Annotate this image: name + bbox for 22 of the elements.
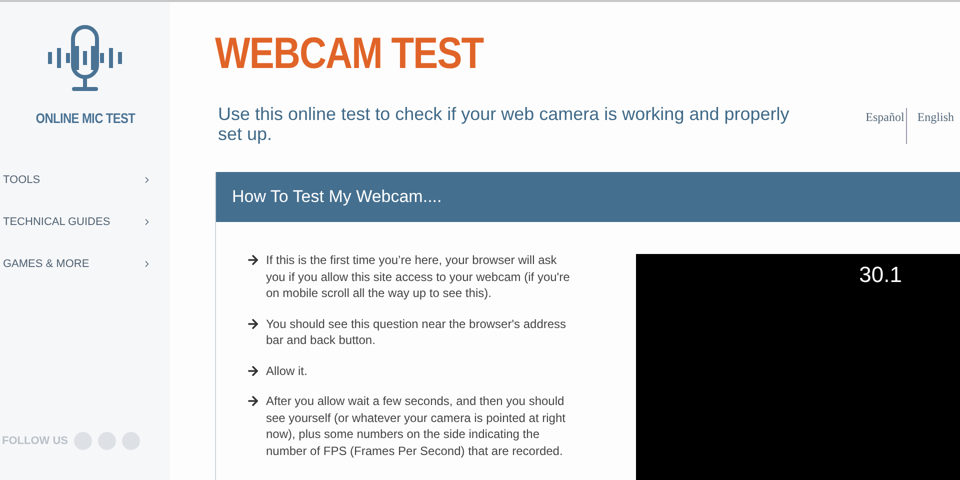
language-link[interactable]: Español xyxy=(866,108,908,144)
logo-text: ONLINE MIC TEST xyxy=(35,109,135,128)
nav-item[interactable]: TOOLS xyxy=(0,159,170,201)
arrow-icon xyxy=(246,316,260,330)
social-icon[interactable] xyxy=(122,432,140,450)
arrow-icon xyxy=(246,253,260,267)
page-title: WEBCAM TEST xyxy=(215,32,485,76)
arrow-icon xyxy=(246,364,260,378)
panel-heading: How To Test My Webcam.... xyxy=(216,172,960,222)
step-text: Allow it. xyxy=(266,362,308,379)
step-text: You should see this question near the browser's address bar and back button. xyxy=(266,316,568,348)
fps-counter: 30.1 xyxy=(859,261,902,289)
follow-label: FOLLOW US xyxy=(2,434,68,449)
step-text: If this is the first time you’re here, your browser will ask you if you allow this site access to your webcam (if you're on mobile scroll all the way up to see this). xyxy=(266,252,571,302)
nav-item[interactable]: GAMES & MORE xyxy=(0,243,170,285)
step-text: After you allow wait a few seconds, and then you should see yourself (or whatever your camera is pointed at right now), plus some numbers on the side indicating the number of FPS (Frames Per Second) that are recorded. xyxy=(266,393,566,459)
social-icon[interactable] xyxy=(98,432,116,450)
language-link[interactable]: English xyxy=(917,108,954,144)
subtitle: Use this online test to check if your web camera is working and properly set up. xyxy=(218,104,790,144)
nav-item[interactable]: TECHNICAL GUIDES xyxy=(0,201,170,243)
arrow-icon xyxy=(246,394,260,408)
social-icon[interactable] xyxy=(74,432,92,450)
